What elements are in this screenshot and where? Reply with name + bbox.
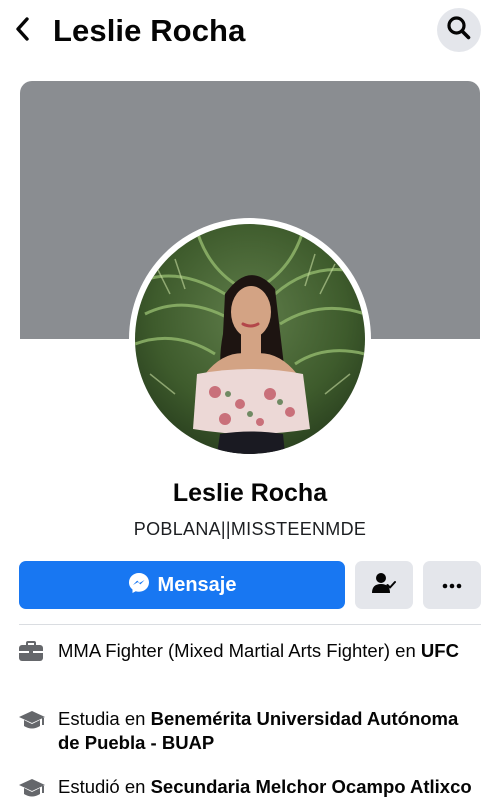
section-divider <box>19 624 481 625</box>
search-icon <box>446 15 472 46</box>
search-button[interactable] <box>437 8 481 52</box>
briefcase-icon <box>18 641 46 665</box>
friend-status-button[interactable] <box>355 561 413 609</box>
detail-text: MMA Fighter (Mixed Martial Arts Fighter)… <box>58 640 459 661</box>
school-link[interactable]: Secundaria Melchor Ocampo Atlixco <box>151 776 472 797</box>
profile-avatar[interactable] <box>135 224 365 454</box>
profile-name: Leslie Rocha <box>172 479 328 507</box>
message-button-label: Mensaje <box>157 573 237 596</box>
header-title: Leslie Rocha <box>53 13 246 48</box>
more-icon <box>442 576 462 594</box>
back-button[interactable] <box>8 14 36 48</box>
detail-text: Estudia en Benemérita Universidad Autóno… <box>58 708 459 753</box>
workplace-link[interactable]: UFC <box>421 640 459 661</box>
messenger-icon <box>128 572 150 599</box>
graduation-cap-icon <box>18 709 46 733</box>
more-button[interactable] <box>423 561 481 609</box>
detail-text: Estudió en Secundaria Melchor Ocampo Atl… <box>58 776 472 797</box>
message-button[interactable]: Mensaje <box>19 561 345 609</box>
graduation-cap-icon <box>18 777 46 801</box>
top-bar: Leslie Rocha <box>0 0 500 62</box>
profile-bio: POBLANA||MISSTEENMDE <box>133 519 367 539</box>
friend-status-icon <box>372 572 396 599</box>
chevron-left-icon <box>14 16 30 47</box>
